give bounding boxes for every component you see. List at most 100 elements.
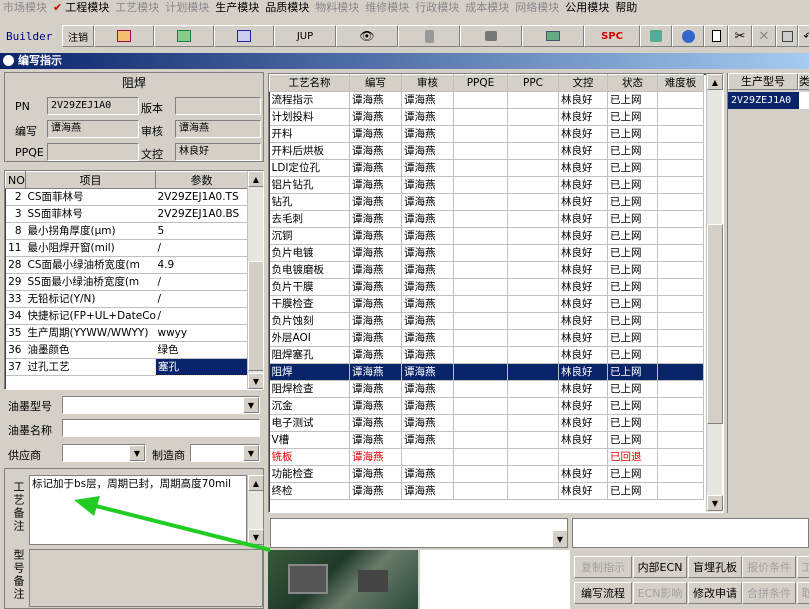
- grid-row[interactable]: 开料 谭海燕 谭海燕 林良好 已上网: [269, 125, 704, 143]
- scroll-down-arrow[interactable]: ▼: [248, 373, 263, 389]
- jup-button[interactable]: JUP: [274, 25, 336, 47]
- grid-row[interactable]: 流程指示 谭海燕 谭海燕 林良好 已上网: [269, 91, 704, 109]
- menu-item-2[interactable]: 工艺模块: [112, 0, 162, 15]
- menu-item-7[interactable]: 维修模块: [362, 0, 412, 15]
- grid-row[interactable]: 阻焊塞孔 谭海燕 谭海燕 林良好 已上网: [269, 346, 704, 364]
- grid-row[interactable]: 负片蚀刻 谭海燕 谭海燕 林良好 已上网: [269, 312, 704, 330]
- grid-header-1[interactable]: 编写: [349, 74, 402, 92]
- grid-header-6[interactable]: 状态: [607, 74, 658, 92]
- scroll-thumb[interactable]: [707, 224, 723, 424]
- grid-header-3[interactable]: PPQE: [453, 74, 508, 92]
- action-button-row2-1[interactable]: ECN影响: [633, 582, 687, 604]
- grid-row[interactable]: 电子测试 谭海燕 谭海燕 林良好 已上网: [269, 414, 704, 432]
- scroll-up-arrow[interactable]: ▲: [707, 74, 723, 90]
- view-button[interactable]: 👁: [336, 25, 398, 47]
- action-button-row1-0[interactable]: 复制指示: [574, 556, 632, 578]
- menu-item-11[interactable]: 公用模块: [562, 0, 612, 15]
- tool-button[interactable]: [640, 25, 672, 47]
- menu-item-5[interactable]: 品质模块: [262, 0, 312, 15]
- excel-button[interactable]: [154, 25, 214, 47]
- grid-row[interactable]: LDI定位孔 谭海燕 谭海燕 林良好 已上网: [269, 159, 704, 177]
- grid-header-4[interactable]: PPC: [507, 74, 559, 92]
- action-button-row2-0[interactable]: 编写流程: [574, 582, 632, 604]
- grid-row[interactable]: 沉铜 谭海燕 谭海燕 林良好 已上网: [269, 227, 704, 245]
- grid-row[interactable]: 终检 谭海燕 谭海燕 林良好 已上网: [269, 482, 704, 500]
- action-button-row1-1[interactable]: 内部ECN: [633, 556, 687, 578]
- action-button-row1-4[interactable]: 工: [797, 556, 809, 578]
- ink-model-select[interactable]: ▼: [62, 396, 260, 414]
- author-field[interactable]: 谭海燕: [47, 120, 139, 138]
- grid-row[interactable]: 钻孔 谭海燕 谭海燕 林良好 已上网: [269, 193, 704, 211]
- menu-item-3[interactable]: 计划模块: [162, 0, 212, 15]
- param-row[interactable]: 28 CS面最小绿油桥宽度(m 4.9: [5, 256, 248, 274]
- param-row[interactable]: 11 最小阻焊开窗(mil) /: [5, 239, 248, 257]
- param-row[interactable]: 34 快捷标记(FP+UL+DateCo /: [5, 307, 248, 325]
- spc-button[interactable]: SPC: [584, 25, 640, 47]
- grid-header-7[interactable]: 难度板: [657, 74, 704, 92]
- network-button[interactable]: [460, 25, 522, 47]
- right-model-value[interactable]: 2V29ZEJ1A0: [728, 92, 799, 109]
- save-button[interactable]: [776, 25, 798, 47]
- logout-button[interactable]: 注销: [62, 25, 94, 47]
- menu-item-10[interactable]: 网络模块: [512, 0, 562, 15]
- ppqe-field[interactable]: [47, 143, 139, 161]
- version-field[interactable]: [175, 97, 261, 115]
- grid-row[interactable]: 功能检查 谭海燕 谭海燕 林良好 已上网: [269, 465, 704, 483]
- menu-item-0[interactable]: 市场模块: [0, 0, 50, 15]
- grid-row[interactable]: 铣板 谭海燕 已回退: [269, 448, 704, 466]
- param-row[interactable]: 35 生产周期(YYWW/WWYY) wwyy: [5, 324, 248, 342]
- grid-row[interactable]: 沉金 谭海燕 谭海燕 林良好 已上网: [269, 397, 704, 415]
- action-button-row1-3[interactable]: 报价条件: [742, 556, 796, 578]
- grid-row[interactable]: V槽 谭海燕 谭海燕 林良好 已上网: [269, 431, 704, 449]
- scroll-up-arrow[interactable]: ▲: [248, 171, 263, 187]
- grid-header-0[interactable]: 工艺名称: [269, 74, 350, 92]
- scroll-down-arrow[interactable]: ▼: [707, 495, 723, 511]
- param-row[interactable]: 37 过孔工艺 塞孔: [5, 358, 248, 376]
- supplier-select[interactable]: ▼: [62, 444, 146, 462]
- grid-row[interactable]: 去毛刺 谭海燕 谭海燕 林良好 已上网: [269, 210, 704, 228]
- delete-button[interactable]: ✕: [752, 25, 776, 47]
- grid-row[interactable]: 负电镀磨板 谭海燕 谭海燕 林良好 已上网: [269, 261, 704, 279]
- ink-name-field[interactable]: [62, 419, 260, 437]
- grid-scrollbar[interactable]: ▲ ▼: [706, 74, 723, 512]
- grid-row[interactable]: 外层AOI 谭海燕 谭海燕 林良好 已上网: [269, 329, 704, 347]
- param-row[interactable]: 3 SS面菲林号 2V29ZEJ1A0.BS: [5, 205, 248, 223]
- action-button-row2-2[interactable]: 修改申请: [688, 582, 742, 604]
- bottom-input-left[interactable]: ▼: [270, 518, 568, 548]
- action-button-row2-4[interactable]: 取: [797, 582, 809, 604]
- grid-row[interactable]: 计划投料 谭海燕 谭海燕 林良好 已上网: [269, 108, 704, 126]
- grid-header-2[interactable]: 审核: [401, 74, 454, 92]
- menu-item-12[interactable]: 帮助: [612, 0, 640, 15]
- pn-field[interactable]: 2V29ZEJ1A0: [47, 97, 139, 115]
- new-button[interactable]: [704, 25, 728, 47]
- builder-button[interactable]: Builder: [0, 25, 62, 47]
- grid-row[interactable]: 干膜检查 谭海燕 谭海燕 林良好 已上网: [269, 295, 704, 313]
- param-row[interactable]: 36 油墨颜色 绿色: [5, 341, 248, 359]
- maker-select[interactable]: ▼: [190, 444, 260, 462]
- undo-button[interactable]: ↶: [798, 25, 809, 47]
- action-button-row1-2[interactable]: 盲埋孔板: [688, 556, 742, 578]
- grid-header-5[interactable]: 文控: [558, 74, 608, 92]
- print-button[interactable]: [522, 25, 584, 47]
- database-button[interactable]: [398, 25, 460, 47]
- param-row[interactable]: 8 最小拐角厚度(μm) 5: [5, 222, 248, 240]
- menu-item-4[interactable]: 生产模块: [212, 0, 262, 15]
- grid-row[interactable]: 负片电镀 谭海燕 谭海燕 林良好 已上网: [269, 244, 704, 262]
- grid-row[interactable]: 开料后烘板 谭海燕 谭海燕 林良好 已上网: [269, 142, 704, 160]
- param-scrollbar[interactable]: ▲ ▼: [247, 171, 263, 389]
- cut-button[interactable]: ✂: [728, 25, 752, 47]
- browser-button[interactable]: [672, 25, 704, 47]
- ppt-button[interactable]: [94, 25, 154, 47]
- scroll-thumb[interactable]: [248, 261, 263, 371]
- menu-item-1[interactable]: ✔ 工程模块: [50, 0, 112, 15]
- bottom-input-right[interactable]: [572, 518, 809, 548]
- grid-row[interactable]: 铝片钻孔 谭海燕 谭海燕 林良好 已上网: [269, 176, 704, 194]
- word-button[interactable]: [214, 25, 274, 47]
- param-row[interactable]: 33 无铅标记(Y/N) /: [5, 290, 248, 308]
- action-button-row2-3[interactable]: 合拼条件: [742, 582, 796, 604]
- menu-item-6[interactable]: 物料模块: [312, 0, 362, 15]
- menu-item-9[interactable]: 成本模块: [462, 0, 512, 15]
- grid-row[interactable]: 负片干膜 谭海燕 谭海燕 林良好 已上网: [269, 278, 704, 296]
- param-row[interactable]: 2 CS面菲林号 2V29ZEJ1A0.TS: [5, 188, 248, 206]
- param-row[interactable]: 29 SS面最小绿油桥宽度(m /: [5, 273, 248, 291]
